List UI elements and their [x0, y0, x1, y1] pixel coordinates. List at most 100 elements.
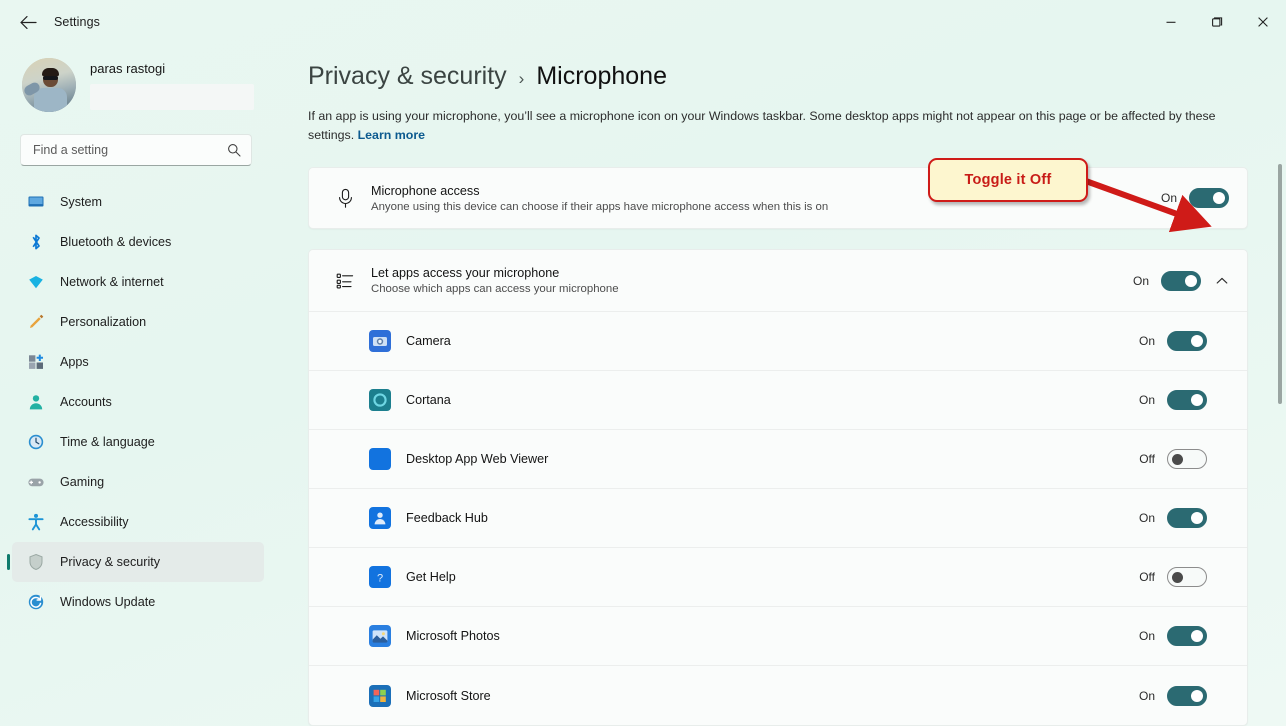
- app-row[interactable]: Cortana On: [309, 371, 1247, 430]
- sidebar-item-label: Apps: [60, 355, 89, 369]
- maximize-button[interactable]: [1194, 0, 1240, 44]
- vertical-scrollbar[interactable]: [1278, 164, 1282, 404]
- main-content: Privacy & security › Microphone If an ap…: [288, 44, 1286, 726]
- app-toggle[interactable]: [1167, 390, 1207, 410]
- app-name: Desktop App Web Viewer: [406, 452, 549, 466]
- app-name: Microsoft Photos: [406, 629, 500, 643]
- search-input[interactable]: [33, 143, 227, 157]
- system-icon: [26, 192, 46, 212]
- microphone-access-subtitle: Anyone using this device can choose if t…: [371, 200, 829, 213]
- window-controls: [1148, 0, 1286, 44]
- gaming-icon: [26, 472, 46, 492]
- page-description-text: If an app is using your microphone, you’…: [308, 109, 1216, 142]
- annotation-callout: Toggle it Off: [928, 158, 1088, 202]
- sidebar-item-time-language[interactable]: Time & language: [12, 422, 264, 462]
- let-apps-header-row[interactable]: Let apps access your microphone Choose w…: [309, 250, 1247, 312]
- app-toggle-state: On: [1138, 688, 1155, 703]
- sidebar-item-accessibility[interactable]: Accessibility: [12, 502, 264, 542]
- sidebar-item-windows-update[interactable]: Windows Update: [12, 582, 264, 622]
- let-apps-toggle[interactable]: [1161, 270, 1201, 291]
- app-row[interactable]: ? Get Help Off: [309, 548, 1247, 607]
- accounts-icon: [26, 392, 46, 412]
- minimize-button[interactable]: [1148, 0, 1194, 44]
- app-toggle[interactable]: [1167, 508, 1207, 528]
- app-toggle-state: On: [1138, 334, 1155, 348]
- app-row[interactable]: Microsoft Store On: [309, 666, 1247, 725]
- store-app-icon: [369, 684, 391, 707]
- camera-app-icon: [369, 330, 391, 352]
- breadcrumb: Privacy & security › Microphone: [308, 44, 1252, 91]
- bluetooth-icon: [26, 232, 46, 252]
- breadcrumb-root[interactable]: Privacy & security: [308, 62, 507, 91]
- cortana-app-icon: [369, 389, 391, 411]
- sidebar-item-label: System: [60, 195, 102, 209]
- let-apps-card: Let apps access your microphone Choose w…: [308, 249, 1248, 726]
- app-toggle-state: Off: [1139, 570, 1155, 584]
- list-icon: [325, 272, 365, 290]
- learn-more-link[interactable]: Learn more: [358, 128, 425, 142]
- minimize-icon: [1165, 16, 1177, 28]
- app-toggle[interactable]: [1167, 331, 1207, 351]
- network-icon: [26, 272, 46, 292]
- chevron-up-icon[interactable]: [1215, 274, 1229, 288]
- app-name: Microsoft Store: [406, 688, 491, 703]
- page-title: Microphone: [536, 62, 667, 90]
- apps-icon: [26, 352, 46, 372]
- search-box[interactable]: [20, 134, 252, 166]
- maximize-icon: [1211, 16, 1223, 28]
- app-toggle-state: On: [1138, 511, 1155, 525]
- sidebar-item-label: Time & language: [60, 435, 155, 449]
- sidebar-item-accounts[interactable]: Accounts: [12, 382, 264, 422]
- page-description: If an app is using your microphone, you’…: [308, 107, 1242, 145]
- sidebar: paras rastogi System Bluetooth & devices N…: [0, 44, 288, 726]
- search-icon: [227, 143, 241, 157]
- app-toggle-state: On: [1138, 393, 1155, 407]
- sidebar-item-system[interactable]: System: [12, 182, 264, 222]
- sidebar-item-label: Accounts: [60, 395, 112, 409]
- app-toggle[interactable]: [1167, 449, 1207, 469]
- let-apps-subtitle: Choose which apps can access your microp…: [371, 283, 619, 295]
- profile-section[interactable]: paras rastogi: [0, 44, 272, 112]
- app-toggle-state: On: [1138, 629, 1155, 643]
- app-name: Cortana: [406, 393, 451, 407]
- sidebar-item-privacy-security[interactable]: Privacy & security: [7, 542, 264, 582]
- sidebar-item-label: Gaming: [60, 475, 105, 489]
- sidebar-nav: System Bluetooth & devices Network & inter…: [0, 182, 272, 622]
- close-button[interactable]: [1240, 0, 1286, 44]
- sidebar-item-label: Bluetooth & devices: [60, 235, 172, 249]
- app-toggle[interactable]: [1167, 626, 1207, 646]
- title-bar: Settings: [0, 0, 1286, 44]
- app-toggle[interactable]: [1167, 685, 1207, 706]
- sidebar-item-label: Windows Update: [60, 595, 156, 609]
- time-icon: [26, 432, 46, 452]
- annotation-text: Toggle it Off: [964, 172, 1052, 188]
- webviewer-app-icon: [369, 448, 391, 470]
- sidebar-item-personalization[interactable]: Personalization: [12, 302, 264, 342]
- profile-email-redacted: [90, 83, 254, 110]
- app-row[interactable]: Camera On: [309, 312, 1247, 371]
- app-row[interactable]: Desktop App Web Viewer Off: [309, 430, 1247, 489]
- accessibility-icon: [26, 512, 46, 532]
- personalization-icon: [26, 312, 46, 332]
- sidebar-item-label: Personalization: [60, 315, 147, 329]
- close-icon: [1257, 16, 1269, 28]
- gethelp-app-icon: ?: [369, 566, 391, 588]
- annotation-arrow: [1070, 173, 1212, 233]
- avatar: [22, 58, 76, 112]
- sidebar-item-label: Privacy & security: [60, 555, 161, 569]
- sidebar-item-apps[interactable]: Apps: [12, 342, 264, 382]
- app-row[interactable]: Feedback Hub On: [309, 489, 1247, 548]
- svg-text:?: ?: [377, 573, 383, 585]
- app-row[interactable]: Microsoft Photos On: [309, 607, 1247, 666]
- sidebar-item-label: Accessibility: [60, 515, 129, 529]
- sidebar-item-bluetooth-devices[interactable]: Bluetooth & devices: [12, 222, 264, 262]
- app-name: Camera: [406, 334, 451, 348]
- back-button[interactable]: [10, 6, 46, 38]
- update-icon: [26, 592, 46, 612]
- sidebar-item-gaming[interactable]: Gaming: [12, 462, 264, 502]
- app-toggle[interactable]: [1167, 567, 1207, 587]
- let-apps-state: On: [1132, 273, 1149, 288]
- breadcrumb-separator: ›: [518, 69, 525, 88]
- sidebar-item-network-internet[interactable]: Network & internet: [12, 262, 264, 302]
- app-name: Feedback Hub: [406, 511, 488, 525]
